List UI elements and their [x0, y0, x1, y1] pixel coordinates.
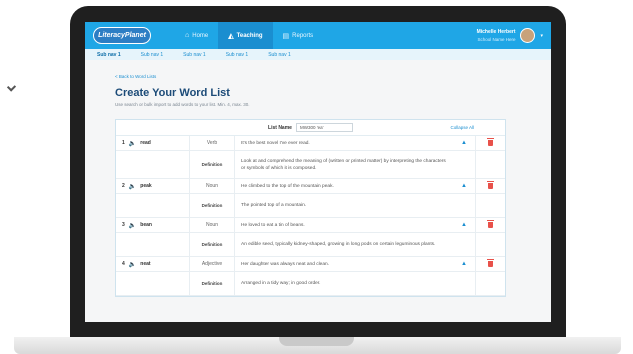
- speaker-icon[interactable]: 🔈: [129, 222, 136, 229]
- trash-icon: [487, 259, 494, 267]
- example-sentence[interactable]: It's the best novel I've ever read.: [235, 136, 453, 150]
- word-list-card: List Name Collapse All 1 🔈 read VerbIt's th…: [115, 119, 506, 297]
- nav-item-home[interactable]: ⌂ Home: [175, 22, 218, 49]
- nav-items: ⌂ Home ◭ Teaching ▤ Reports: [175, 22, 323, 49]
- word-row: 1 🔈 read Verb It's the best novel I've ever …: [116, 136, 505, 151]
- word-entries: 1 🔈 read Verb It's the best novel I've ever …: [116, 136, 505, 296]
- collapse-toggle-icon[interactable]: ▲: [453, 136, 475, 150]
- definition-row: Definition An edible seed, typically kidn…: [116, 233, 505, 257]
- top-nav: LiteracyPlanet ⌂ Home ◭ Teaching ▤ Reports Mi…: [85, 22, 551, 49]
- delete-button[interactable]: [475, 218, 505, 232]
- home-icon: ⌂: [185, 32, 190, 39]
- word-text: peak: [140, 183, 152, 189]
- word-text: neat: [140, 261, 151, 267]
- page-subtitle: Use search or bulk import to add words t…: [115, 102, 250, 107]
- collapse-all-link[interactable]: Collapse All: [450, 125, 474, 130]
- avatar[interactable]: [520, 28, 536, 43]
- user-name: Michelle Herbert: [476, 28, 516, 35]
- part-of-speech: Verb: [189, 136, 235, 150]
- list-name-input[interactable]: [295, 123, 353, 132]
- nav-item-label: Home: [192, 32, 209, 39]
- user-menu[interactable]: Michelle Herbert School Name Here ▾: [477, 28, 543, 43]
- list-name-row: List Name Collapse All: [116, 120, 505, 136]
- app-screen: LiteracyPlanet ⌂ Home ◭ Teaching ▤ Reports Mi…: [85, 22, 551, 322]
- laptop-notch: [279, 337, 354, 346]
- word-cell: 3 🔈 bean: [116, 218, 189, 232]
- subnav-item[interactable]: Sub nav 1: [97, 52, 121, 58]
- definition-label: Definition: [189, 151, 235, 178]
- part-of-speech: Noun: [189, 218, 235, 232]
- example-sentence[interactable]: He climbed to the top of the mountain pe…: [235, 179, 453, 193]
- definition-text[interactable]: Arranged in a tidy way; in good order.: [235, 272, 453, 295]
- definition-text[interactable]: The pointed top of a mountain.: [235, 194, 453, 217]
- report-icon: ▤: [282, 32, 290, 40]
- collapse-toggle-icon[interactable]: ▲: [453, 257, 475, 271]
- nav-item-reports[interactable]: ▤ Reports: [273, 22, 324, 49]
- delete-button[interactable]: [475, 136, 505, 150]
- part-of-speech: Noun: [189, 179, 235, 193]
- page-title: Create Your Word List: [115, 87, 230, 99]
- sub-nav: Sub nav 1 Sub nav 1 Sub nav 1 Sub nav 1 Sub …: [85, 49, 551, 60]
- delete-button[interactable]: [475, 257, 505, 271]
- speaker-icon[interactable]: 🔈: [129, 261, 136, 268]
- word-row: 3 🔈 bean Noun He loved to eat a tin of beans…: [116, 218, 505, 233]
- stage: LiteracyPlanet ⌂ Home ◭ Teaching ▤ Reports Mi…: [0, 0, 633, 354]
- delete-button[interactable]: [475, 179, 505, 193]
- nav-item-label: Reports: [292, 32, 314, 39]
- trash-icon: [487, 220, 494, 228]
- speaker-icon[interactable]: 🔈: [129, 140, 136, 147]
- word-number: 2: [122, 183, 125, 189]
- definition-label: Definition: [189, 272, 235, 295]
- subnav-item[interactable]: Sub nav 1: [226, 52, 249, 58]
- definition-row: Definition Arranged in a tidy way; in goo…: [116, 272, 505, 296]
- subnav-item[interactable]: Sub nav 1: [141, 52, 164, 58]
- word-cell: 2 🔈 peak: [116, 179, 189, 193]
- trash-icon: [487, 138, 494, 146]
- word-text: bean: [140, 222, 152, 228]
- part-of-speech: Adjective: [189, 257, 235, 271]
- user-school: School Name Here: [477, 36, 516, 42]
- example-sentence[interactable]: Her daughter was always neat and clean.: [235, 257, 453, 271]
- speaker-icon[interactable]: 🔈: [129, 183, 136, 190]
- definition-text[interactable]: Look at and comprehend the meaning of (w…: [235, 151, 453, 178]
- word-cell: 1 🔈 read: [116, 136, 189, 150]
- word-row: 4 🔈 neat Adjective Her daughter was always n…: [116, 257, 505, 272]
- word-cell: 4 🔈 neat: [116, 257, 189, 271]
- word-number: 4: [122, 261, 125, 267]
- word-text: read: [140, 140, 151, 146]
- definition-text[interactable]: An edible seed, typically kidney-shaped,…: [235, 233, 453, 256]
- subnav-item[interactable]: Sub nav 1: [268, 52, 291, 58]
- example-sentence[interactable]: He loved to eat a tin of beans.: [235, 218, 453, 232]
- definition-label: Definition: [189, 194, 235, 217]
- back-to-word-lists-link[interactable]: < Back to Word Lists: [115, 74, 521, 79]
- word-number: 1: [122, 140, 125, 146]
- subnav-item[interactable]: Sub nav 1: [183, 52, 206, 58]
- graduation-cap-icon: ◭: [228, 32, 234, 40]
- collapse-toggle-icon[interactable]: ▲: [453, 218, 475, 232]
- chevron-left-icon: [6, 82, 17, 92]
- trash-icon: [487, 181, 494, 189]
- collapse-toggle-icon[interactable]: ▲: [453, 179, 475, 193]
- word-row: 2 🔈 peak Noun He climbed to the top of the m…: [116, 179, 505, 194]
- definition-label: Definition: [189, 233, 235, 256]
- list-name-label: List Name: [268, 124, 292, 131]
- nav-item-teaching[interactable]: ◭ Teaching: [218, 22, 273, 49]
- chevron-down-icon[interactable]: ▾: [540, 33, 543, 39]
- definition-row: Definition The pointed top of a mountain.: [116, 194, 505, 218]
- logo[interactable]: LiteracyPlanet: [93, 27, 151, 44]
- main-content: < Back to Word Lists Create Your Word Li…: [85, 60, 551, 297]
- word-number: 3: [122, 222, 125, 228]
- definition-row: Definition Look at and comprehend the mea…: [116, 151, 505, 179]
- nav-item-label: Teaching: [236, 32, 263, 39]
